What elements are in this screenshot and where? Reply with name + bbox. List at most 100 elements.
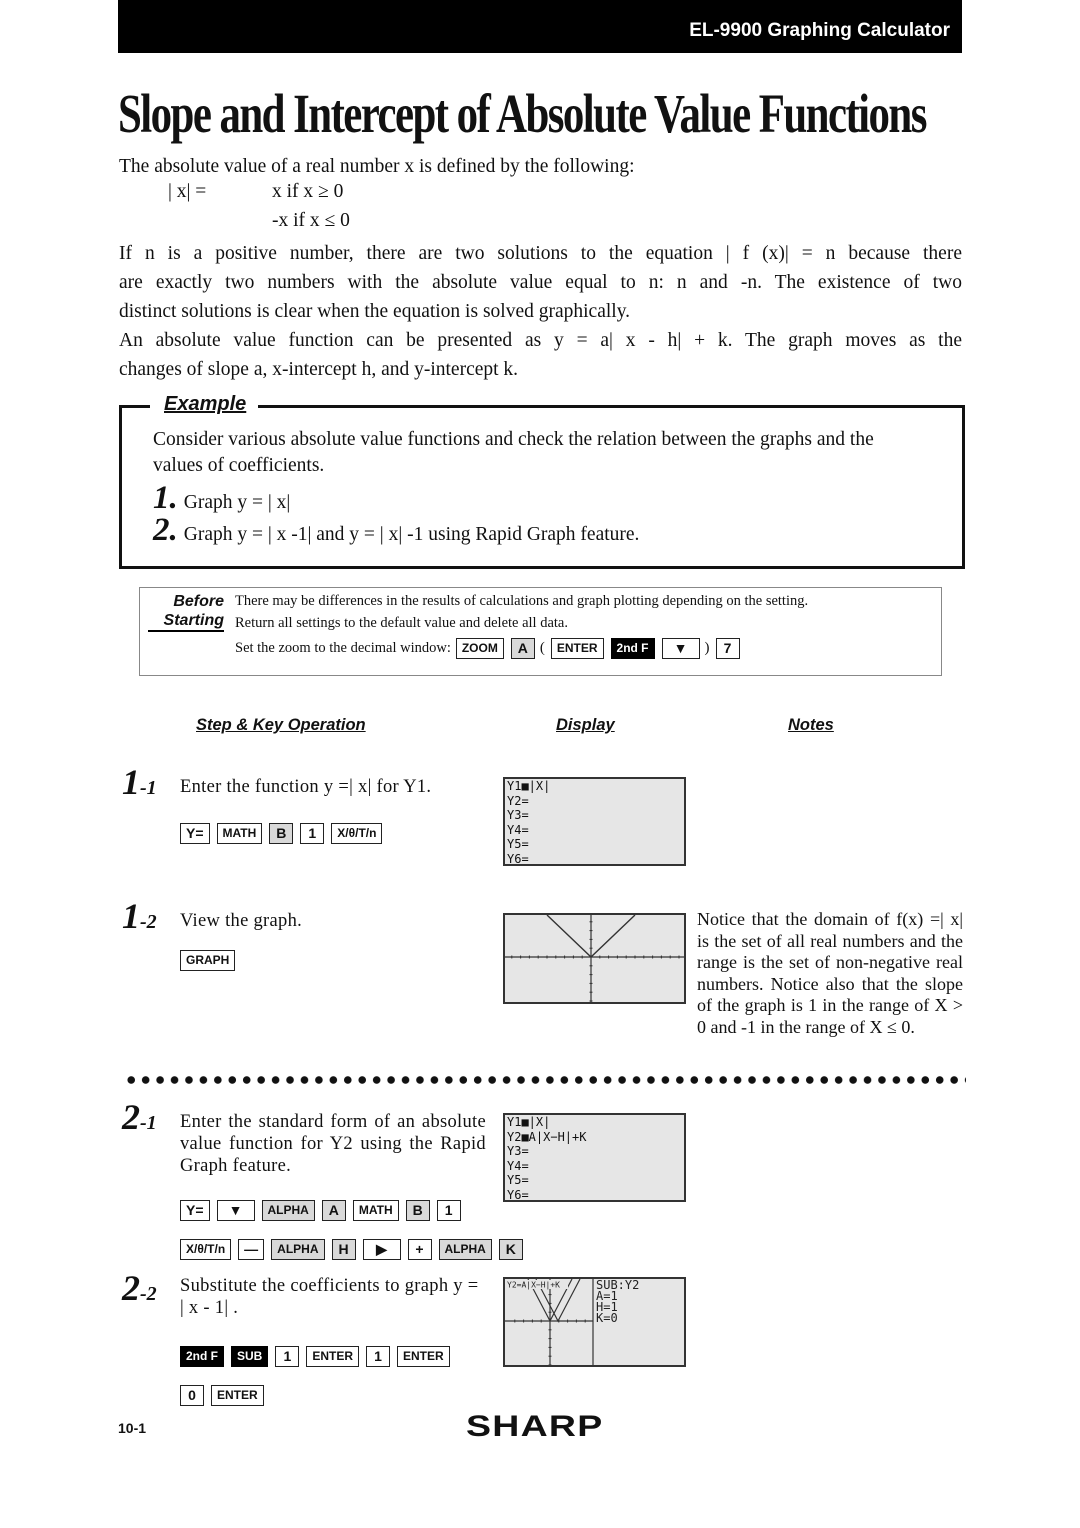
key-b: B bbox=[269, 823, 294, 844]
example-item-number: 2. bbox=[153, 512, 178, 548]
key-zoom: ZOOM bbox=[455, 638, 504, 659]
intro-text-line: changes of slope a, x-intercept h, and y… bbox=[119, 359, 519, 380]
key-y: Y= bbox=[180, 1200, 210, 1221]
step-1-1-text: Enter the function y =| x| for Y1. bbox=[180, 777, 432, 797]
substitution-value: K=0 bbox=[596, 1311, 618, 1325]
page-number: 10-1 bbox=[118, 1420, 147, 1436]
zoom-key-sequence: ZOOM A(ENTER 2nd F ▼) 7 bbox=[455, 638, 747, 659]
key-enter: ENTER bbox=[397, 1346, 450, 1367]
key-enter: ENTER bbox=[306, 1346, 360, 1367]
screen-line: Y1■|X| bbox=[507, 779, 551, 793]
intro-text-line: are exactly two numbers with the absolut… bbox=[119, 272, 962, 293]
screen-line: Y6= bbox=[507, 851, 529, 866]
calculator-screen-y-editor-rapid: Y1■|X| Y2■A|X−H|+K Y3= Y4= Y5= Y6= bbox=[503, 1113, 686, 1202]
step-2-1-keys-row-1: Y= ▼ ALPHA A MATH B 1 bbox=[180, 1200, 468, 1221]
key-math: MATH bbox=[216, 823, 263, 844]
step-number-1-1: 1-1 bbox=[122, 762, 157, 802]
step-number-2-2: 2-2 bbox=[122, 1268, 157, 1308]
screen-line: Y5= bbox=[507, 837, 529, 851]
key-enter: ENTER bbox=[550, 638, 604, 659]
key-alpha: ALPHA bbox=[271, 1239, 325, 1260]
key-h: H bbox=[331, 1239, 356, 1260]
screen-line: Y2■A|X−H|+K bbox=[507, 1129, 587, 1144]
screen-line: Y2= bbox=[507, 793, 529, 808]
header-bar: EL-9900 Graphing Calculator bbox=[118, 0, 962, 53]
before-label-line: Before bbox=[173, 593, 224, 610]
key-1: 1 bbox=[436, 1200, 461, 1221]
page-title: Slope and Intercept of Absolute Value Fu… bbox=[118, 83, 927, 144]
intro-text-line: If n is a positive number, there are two… bbox=[119, 243, 962, 264]
calculator-screen-y-editor: Y1■|X| Y2= Y3= Y4= Y5= Y6= bbox=[503, 777, 686, 866]
before-line-2: Return all settings to the default value… bbox=[235, 615, 568, 631]
key-down-arrow: ▼ bbox=[661, 638, 700, 659]
step-number-2-1: 2-1 bbox=[122, 1097, 157, 1137]
key-0: 0 bbox=[180, 1385, 204, 1406]
definition-case-negative: -x if x ≤ 0 bbox=[272, 210, 350, 231]
graph-screen-frame bbox=[503, 1277, 686, 1367]
key-k: K bbox=[498, 1239, 523, 1260]
step-1-1-keys: Y= MATH B 1 X/θ/T/n bbox=[180, 823, 389, 844]
key-x-t-n: X/θ/T/n bbox=[180, 1239, 232, 1260]
key-plus: + bbox=[407, 1239, 432, 1260]
step-2-1-keys-row-2: X/θ/T/n — ALPHA H ▶ + ALPHA K bbox=[180, 1239, 530, 1260]
example-item-text: Graph y = | x -1| and y = | x| -1 using … bbox=[183, 524, 640, 545]
key-down-arrow: ▼ bbox=[216, 1200, 255, 1221]
screen-line: Y4= bbox=[507, 822, 529, 837]
screen-line: Y6= bbox=[507, 1187, 529, 1202]
example-label: Example bbox=[150, 393, 259, 416]
column-header-step: Step & Key Operation bbox=[196, 716, 366, 734]
before-label-line: Starting bbox=[148, 611, 224, 632]
brand-logo: SHARP bbox=[466, 1410, 604, 1443]
product-name: EL-9900 Graphing Calculator bbox=[689, 20, 950, 41]
column-header-notes: Notes bbox=[788, 716, 834, 734]
key-sub: SUB bbox=[231, 1346, 269, 1367]
intro-paragraph: If n is a positive number, there are two… bbox=[119, 239, 963, 384]
step-2-1-text: Enter the standard form of an absolute v… bbox=[180, 1112, 486, 1176]
intro-text-line: distinct solutions is clear when the equ… bbox=[119, 301, 631, 322]
graph-screen-frame bbox=[503, 913, 686, 1004]
dotted-separator bbox=[124, 1073, 966, 1087]
step-1-2-text: View the graph. bbox=[180, 911, 303, 931]
column-header-display: Display bbox=[556, 716, 615, 734]
key-sequence-close-paren: ) bbox=[704, 639, 710, 656]
example-item-number: 1. bbox=[153, 480, 178, 516]
key-1: 1 bbox=[300, 823, 325, 844]
key-2nd-f: 2nd F bbox=[180, 1346, 224, 1367]
key-1: 1 bbox=[275, 1346, 300, 1367]
step-2-2-text: Substitute the coefficients to graph y =… bbox=[180, 1276, 479, 1318]
intro-line-1: The absolute value of a real number x is… bbox=[119, 156, 635, 177]
key-a: A bbox=[510, 638, 535, 659]
key-a: A bbox=[321, 1200, 346, 1221]
example-description: Consider various absolute value function… bbox=[153, 429, 874, 476]
screen-line: Y1■|X| bbox=[507, 1115, 551, 1129]
screen-line: Y5= bbox=[507, 1173, 529, 1187]
key-sequence-open-paren: ( bbox=[539, 639, 545, 656]
key-minus: — bbox=[238, 1239, 265, 1260]
key-enter: ENTER bbox=[211, 1385, 264, 1406]
key-2nd-f: 2nd F bbox=[610, 638, 655, 659]
step-2-2-keys-row-1: 2nd F SUB 1 ENTER 1 ENTER bbox=[180, 1346, 457, 1367]
example-item-2: 2. Graph y = | x -1| and y = | x| -1 usin… bbox=[153, 512, 639, 549]
before-line-1: There may be differences in the results … bbox=[235, 593, 809, 609]
before-line-3: Set the zoom to the decimal window: ZOOM… bbox=[235, 638, 747, 659]
key-alpha: ALPHA bbox=[438, 1239, 492, 1260]
example-item-text: Graph y = | x| bbox=[183, 492, 291, 513]
definition-case-positive: x if x ≥ 0 bbox=[272, 181, 344, 202]
before-starting-label: Before Starting bbox=[146, 592, 224, 632]
step-1-2-note: Notice that the domain of f(x) =| x| is … bbox=[697, 909, 963, 1037]
key-y: Y= bbox=[180, 823, 210, 844]
before-line-3-text: Set the zoom to the decimal window: bbox=[235, 640, 451, 656]
intro-text-line: An absolute value function can be presen… bbox=[119, 330, 962, 351]
key-b: B bbox=[405, 1200, 430, 1221]
step-2-2-keys-row-2: 0 ENTER bbox=[180, 1385, 271, 1406]
key-right-arrow: ▶ bbox=[362, 1239, 401, 1260]
screen-line: Y3= bbox=[507, 808, 529, 822]
key-alpha: ALPHA bbox=[261, 1200, 315, 1221]
step-1-2-keys: GRAPH bbox=[180, 950, 242, 971]
graph-header-text: Y2=A|X−H|+K bbox=[507, 1281, 560, 1290]
step-number-1-2: 1-2 bbox=[122, 896, 157, 936]
calculator-graph-substitution: Y2=A|X−H|+K SUB:Y2A=1H=1K=0 bbox=[503, 1277, 686, 1367]
key-1: 1 bbox=[366, 1346, 391, 1367]
key-graph: GRAPH bbox=[180, 950, 236, 971]
key-math: MATH bbox=[352, 1200, 399, 1221]
